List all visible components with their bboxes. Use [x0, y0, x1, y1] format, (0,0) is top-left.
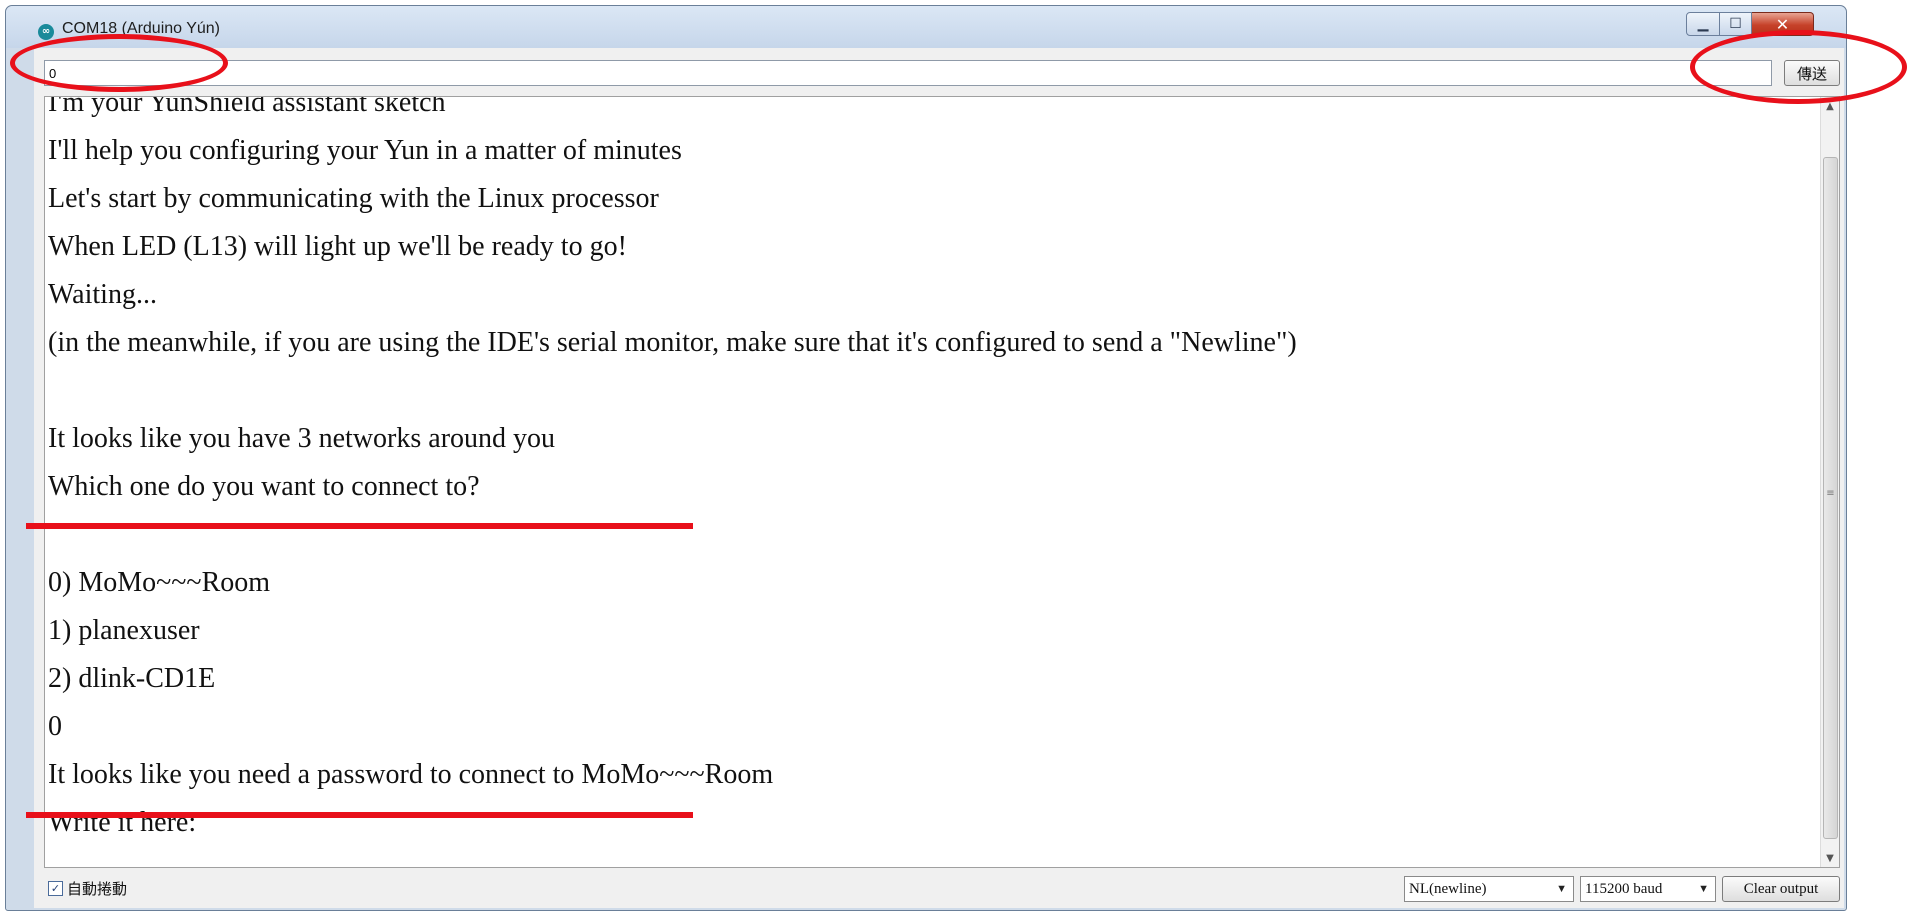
- output-line: I'm your YunShield assistant sketch: [48, 96, 446, 118]
- line-ending-value: NL(newline): [1409, 880, 1487, 897]
- output-lines: I'm your YunShield assistant sketch I'll …: [48, 96, 1819, 847]
- minimize-icon[interactable]: ▁: [1686, 12, 1720, 36]
- baud-rate-value: 115200 baud: [1585, 880, 1663, 897]
- baud-rate-select[interactable]: 115200 baud ▼: [1580, 876, 1716, 902]
- output-line: I'll help you configuring your Yun in a …: [48, 135, 682, 166]
- scroll-up-arrow-icon[interactable]: ▲: [1821, 97, 1839, 115]
- dropdown-arrow-icon: ▼: [1556, 883, 1567, 895]
- autoscroll-toggle[interactable]: ✓ 自動捲動: [48, 878, 127, 899]
- serial-output[interactable]: I'm your YunShield assistant sketch I'll …: [44, 96, 1840, 868]
- output-line: 1) planexuser: [48, 615, 200, 646]
- window-controls: ▁ ☐ ✕: [1686, 12, 1814, 38]
- line-ending-select[interactable]: NL(newline) ▼: [1404, 876, 1574, 902]
- output-line: 0: [48, 711, 62, 742]
- close-icon[interactable]: ✕: [1752, 12, 1814, 36]
- output-line: It looks like you have 3 networks around…: [48, 423, 556, 454]
- output-line: It looks like you need a password to con…: [48, 759, 774, 790]
- serial-monitor-body: 傳送 I'm your YunShield assistant sketchI'…: [34, 48, 1844, 908]
- output-line: Which one do you want to connect to?: [48, 471, 480, 502]
- scroll-down-arrow-icon[interactable]: ▼: [1821, 849, 1839, 867]
- bottom-toolbar: ✓ 自動捲動 NL(newline) ▼ 115200 baud ▼ Clear…: [44, 874, 1840, 904]
- arduino-infinity-icon: ∞: [38, 24, 54, 40]
- autoscroll-label: 自動捲動: [67, 880, 128, 898]
- send-input[interactable]: [44, 60, 1772, 86]
- send-button[interactable]: 傳送: [1784, 60, 1840, 86]
- output-line: Write it here:: [48, 807, 197, 838]
- autoscroll-checkbox[interactable]: ✓: [48, 881, 63, 896]
- dropdown-arrow-icon: ▼: [1698, 883, 1709, 895]
- title-bar[interactable]: ∞ COM18 (Arduino Yún) ▁ ☐ ✕: [6, 6, 1846, 48]
- output-line: Waiting...: [48, 279, 157, 310]
- output-line: 2) dlink-CD1E: [48, 663, 216, 694]
- clear-output-button[interactable]: Clear output: [1722, 876, 1840, 902]
- serial-monitor-window: ∞ COM18 (Arduino Yún) ▁ ☐ ✕ 傳送 I'm your …: [5, 5, 1847, 911]
- maximize-icon[interactable]: ☐: [1720, 12, 1752, 36]
- output-line: 0) MoMo~~~Room: [48, 567, 271, 598]
- output-line: (in the meanwhile, if you are using the …: [48, 327, 1297, 358]
- window-title: COM18 (Arduino Yún): [62, 20, 220, 37]
- scroll-thumb[interactable]: ≡: [1823, 157, 1838, 839]
- vertical-scrollbar[interactable]: ▲ ≡ ▼: [1820, 97, 1839, 867]
- output-line: When LED (L13) will light up we'll be re…: [48, 231, 627, 262]
- grip-icon: ≡: [1826, 488, 1835, 499]
- output-line: Let's start by communicating with the Li…: [48, 183, 659, 214]
